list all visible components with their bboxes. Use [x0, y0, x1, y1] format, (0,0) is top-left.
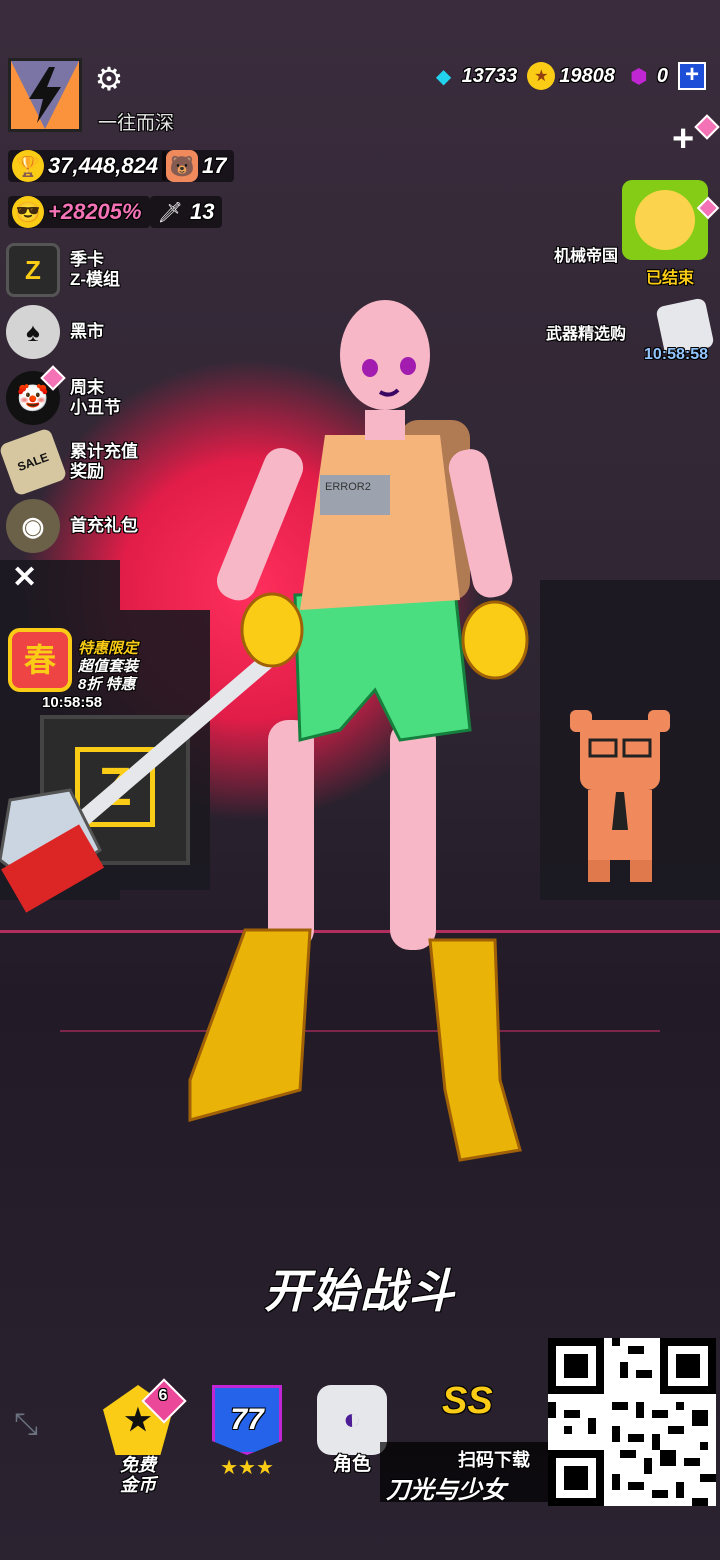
- spring-badge: 春: [8, 628, 72, 692]
- menu-season-card-line2: Z-模组: [70, 270, 121, 289]
- menu-clown-festival[interactable]: 🤡 周末 小丑节: [6, 365, 166, 428]
- cube-currency[interactable]: ⬢ 0: [625, 62, 668, 90]
- collapse-menu-close-icon[interactable]: ✕: [12, 560, 37, 595]
- smiley-icon: 😎: [12, 196, 44, 228]
- gem-count: 13733: [461, 64, 518, 87]
- free-coins-badge: 6: [158, 1387, 168, 1404]
- coin-count: 19808: [559, 64, 615, 87]
- spring-offer-line1: 特惠限定: [78, 640, 139, 657]
- notification-diamond-icon: [40, 365, 66, 391]
- weapon-stat: 🗡 13: [150, 196, 223, 228]
- coin-icon: ★: [527, 62, 556, 90]
- qr-code[interactable]: [548, 1338, 716, 1506]
- weapon-count: 13: [190, 199, 215, 224]
- spring-offer-timer: 10:58:58: [42, 694, 103, 711]
- menu-black-market[interactable]: ♠ 黑市: [6, 302, 166, 362]
- menu-season-card-line1: 季卡: [70, 250, 104, 269]
- player-level: 77: [230, 1403, 264, 1436]
- shirt: [300, 435, 460, 610]
- three-stars-icon: ★★★: [220, 1457, 274, 1479]
- left-boot: [188, 928, 312, 1122]
- currency-bar: ◆ 13733 ★ 19808 ⬢ 0 +: [430, 62, 706, 90]
- menu-recharge-reward-line2: 奖励: [70, 462, 104, 481]
- spring-offer[interactable]: 春 特惠限定 超值套装 8折 特惠 10:58:58: [4, 628, 174, 718]
- menu-season-card[interactable]: Z 季卡 Z-模组: [6, 240, 166, 300]
- trophy-count: 37,448,824: [48, 153, 159, 178]
- mech-empire-event[interactable]: 机械帝国 已结束: [540, 180, 720, 287]
- start-battle-button[interactable]: 开始战斗: [0, 1255, 720, 1321]
- bonus-value: +28205%: [48, 199, 142, 224]
- spring-offer-line2: 超值套装: [78, 658, 139, 675]
- promo-banner[interactable]: 扫码下载 刀光与少女: [380, 1442, 550, 1504]
- pet-count: 17: [202, 153, 227, 178]
- menu-black-market-label: 黑市: [70, 322, 104, 341]
- free-coins-button[interactable]: ★ 6 免费 金币: [96, 1378, 187, 1495]
- mech-empire-portrait: [622, 180, 708, 260]
- pet-stat: 🐻 17: [162, 150, 235, 182]
- menu-clown-festival-line2: 小丑节: [70, 398, 121, 417]
- trophy-icon: 🏆: [12, 150, 44, 182]
- scan-download-text: 扫码下载: [458, 1450, 530, 1470]
- shorts: [293, 588, 472, 742]
- mech-empire-label: 机械帝国: [554, 248, 619, 265]
- expand-arrows-icon[interactable]: ⤡: [14, 1408, 38, 1442]
- gem-currency[interactable]: ◆ 13733: [430, 62, 518, 90]
- shirt-text: ERROR2: [325, 481, 371, 493]
- gift-bag-icon: ◉: [6, 499, 60, 553]
- level-shield-icon: 77: [212, 1385, 282, 1455]
- cube-count: 0: [656, 64, 668, 87]
- menu-recharge-reward[interactable]: SALE 累计充值 奖励: [0, 427, 166, 497]
- right-boot: [428, 938, 522, 1162]
- left-glove: [240, 592, 304, 668]
- level-button[interactable]: 77 ★★★: [205, 1385, 289, 1485]
- player-avatar[interactable]: [8, 58, 82, 132]
- z-module-icon: Z: [6, 243, 60, 297]
- settings-gear-icon[interactable]: ⚙: [92, 62, 126, 96]
- cube-icon: ⬢: [630, 65, 648, 88]
- mech-empire-status: 已结束: [646, 270, 695, 287]
- lightning-icon: [11, 61, 79, 129]
- weapon-shop-label: 武器精选购: [546, 326, 627, 343]
- spade-card-icon: ♠: [6, 305, 60, 359]
- weapon-shop-event[interactable]: 武器精选购 10:58:58: [540, 296, 716, 368]
- game-name-text: 刀光与少女: [386, 1477, 506, 1504]
- gem-icon: ◆: [435, 65, 452, 88]
- coin-currency[interactable]: ★ 19808: [527, 62, 615, 90]
- menu-first-recharge-label: 首充礼包: [70, 516, 138, 535]
- free-coins-label: 免费 金币: [120, 1455, 156, 1495]
- sword-icon: 🗡: [157, 201, 183, 224]
- rank-badge: SS: [442, 1380, 493, 1422]
- expand-plus-icon[interactable]: +: [672, 118, 694, 161]
- sale-tag-icon: SALE: [0, 427, 68, 497]
- menu-clown-festival-line1: 周末: [70, 378, 104, 397]
- right-glove: [461, 600, 529, 680]
- trophy-stat: 🏆 37,448,824: [8, 150, 167, 182]
- bear-icon: 🐻: [166, 150, 198, 182]
- role-portrait-icon: ◐: [317, 1385, 387, 1455]
- spring-offer-line3: 8折 特惠: [78, 676, 136, 693]
- clown-icon: 🤡: [6, 365, 66, 425]
- weapon-shop-timer: 10:58:58: [644, 346, 709, 363]
- bonus-stat: 😎 +28205%: [8, 196, 150, 228]
- menu-recharge-reward-line1: 累计充值: [70, 442, 138, 461]
- menu-first-recharge[interactable]: ◉ 首充礼包: [6, 496, 166, 556]
- player-name: 一往而深: [98, 113, 175, 134]
- add-currency-button[interactable]: +: [678, 62, 706, 90]
